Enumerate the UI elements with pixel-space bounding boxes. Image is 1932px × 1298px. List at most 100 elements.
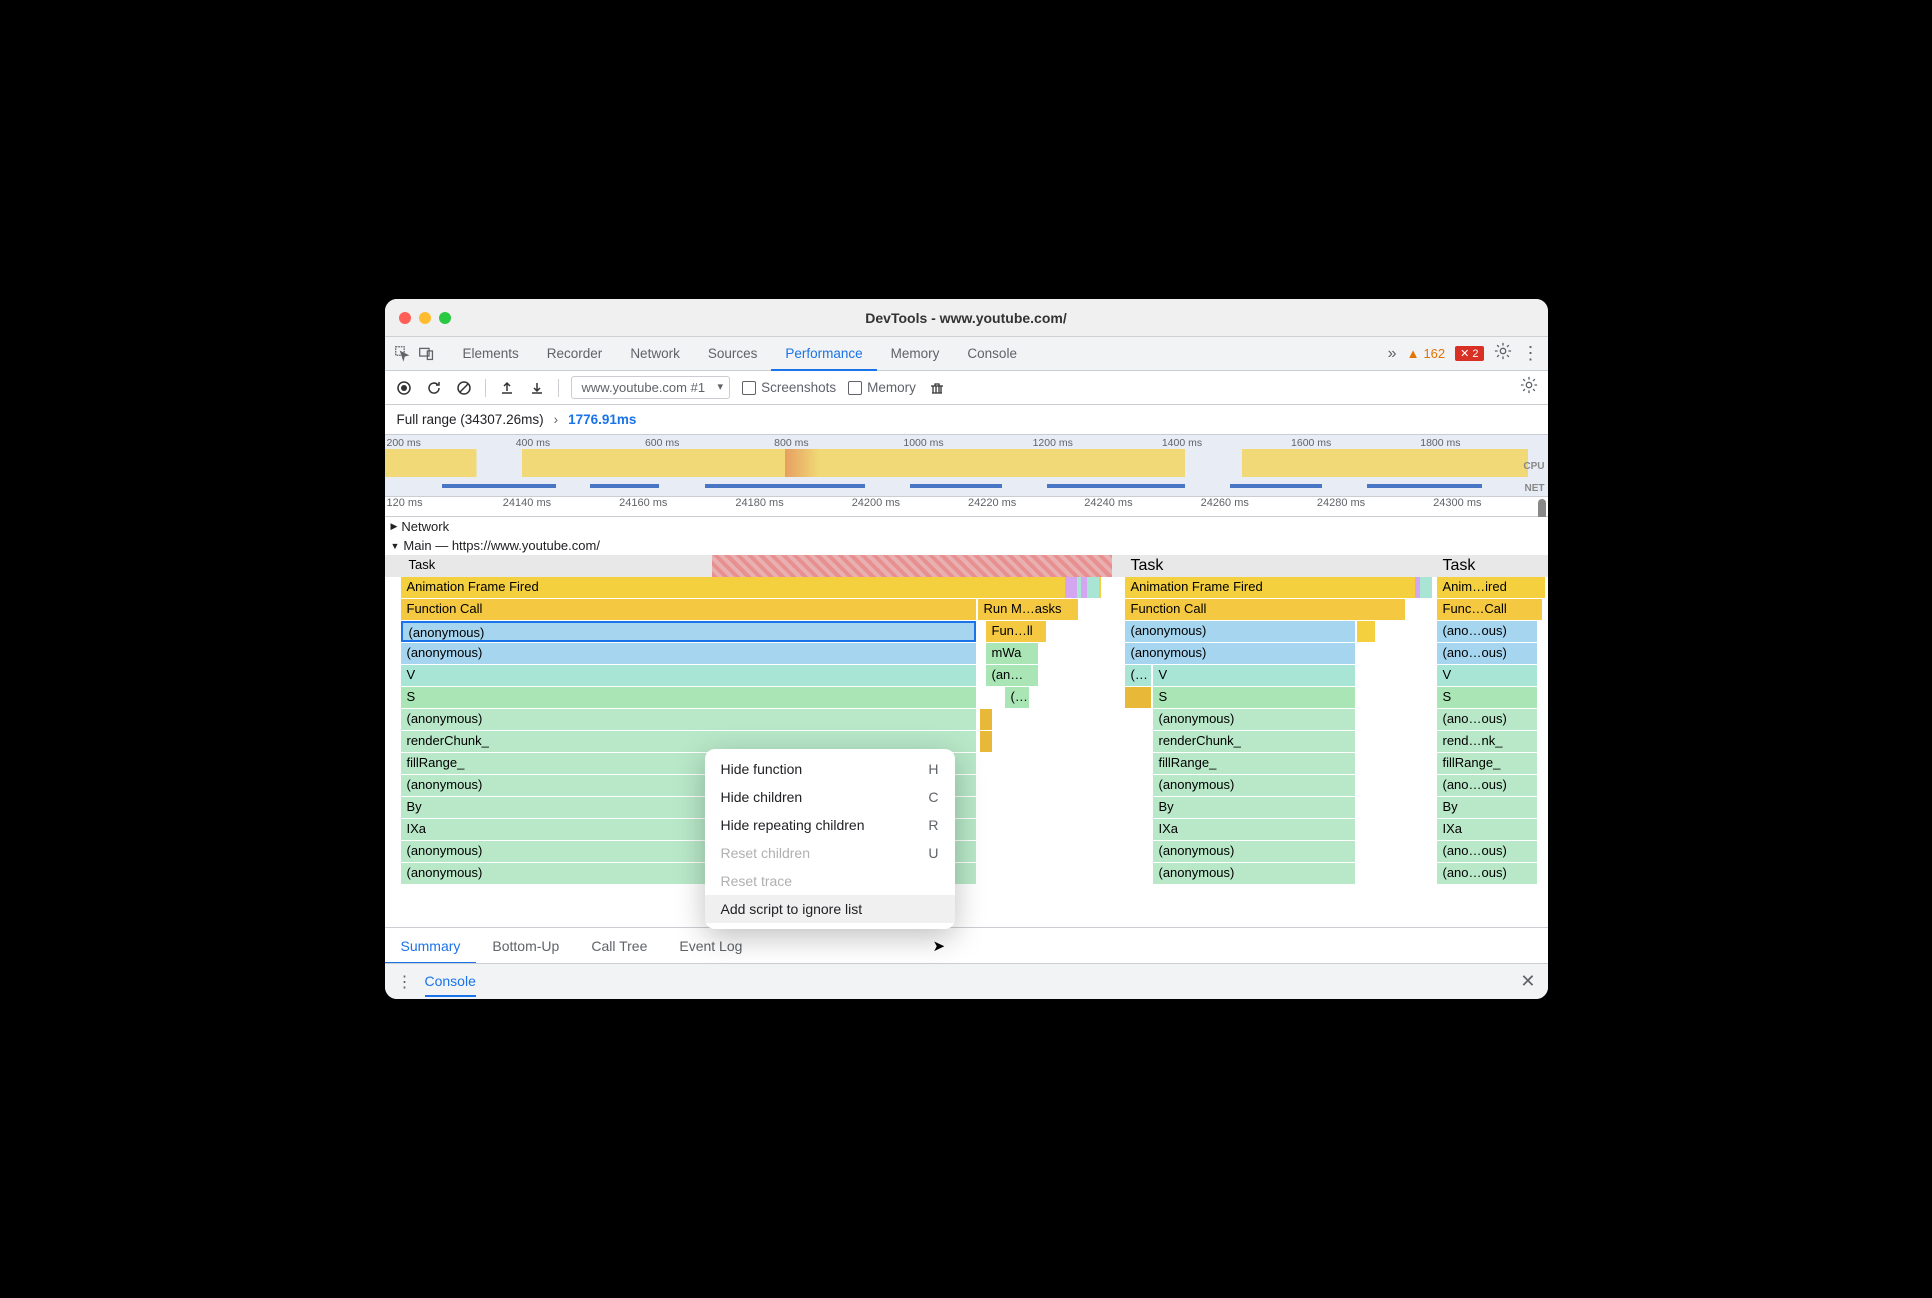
flame-segment[interactable]: (ano…ous) bbox=[1437, 643, 1537, 664]
reload-button[interactable] bbox=[425, 379, 443, 397]
flame-segment[interactable]: (ano…ous) bbox=[1437, 709, 1537, 730]
flame-segment[interactable]: fillRange_ bbox=[1437, 753, 1537, 774]
upload-button[interactable] bbox=[498, 379, 516, 397]
close-window-button[interactable] bbox=[399, 312, 411, 324]
drawer-menu-icon[interactable]: ⋮ bbox=[397, 972, 413, 992]
tab-performance[interactable]: Performance bbox=[771, 337, 876, 371]
flame-segment[interactable]: Function Call bbox=[1125, 599, 1405, 620]
flame-segment[interactable] bbox=[1065, 577, 1077, 598]
flame-segment[interactable]: (anonymous) bbox=[1125, 643, 1355, 664]
memory-checkbox[interactable]: Memory bbox=[848, 380, 916, 395]
flame-segment[interactable] bbox=[1357, 621, 1375, 642]
maximize-window-button[interactable] bbox=[439, 312, 451, 324]
ctx-hide-function[interactable]: Hide functionH bbox=[705, 755, 955, 783]
flame-segment[interactable]: (anonymous) bbox=[1125, 621, 1355, 642]
tab-elements[interactable]: Elements bbox=[449, 337, 533, 371]
flame-row[interactable]: S(…SS bbox=[385, 687, 1548, 709]
flame-segment[interactable]: renderChunk_ bbox=[1153, 731, 1355, 752]
btab-call-tree[interactable]: Call Tree bbox=[575, 928, 663, 964]
garbage-collect-icon[interactable] bbox=[928, 379, 946, 397]
flame-segment[interactable]: IXa bbox=[1437, 819, 1537, 840]
flame-row[interactable]: (anonymous)(anonymous)(ano…ous) bbox=[385, 863, 1548, 885]
clear-button[interactable] bbox=[455, 379, 473, 397]
download-button[interactable] bbox=[528, 379, 546, 397]
flame-row[interactable]: (anonymous)(anonymous)(ano…ous) bbox=[385, 841, 1548, 863]
flame-segment[interactable] bbox=[980, 709, 992, 730]
console-tab[interactable]: Console bbox=[425, 973, 476, 997]
flame-segment[interactable]: (anonymous) bbox=[401, 709, 976, 730]
flame-segment[interactable] bbox=[1087, 577, 1099, 598]
flame-segment[interactable]: Fun…ll bbox=[986, 621, 1046, 642]
flame-segment[interactable]: S bbox=[1437, 687, 1537, 708]
flame-segment[interactable]: Animation Frame Fired bbox=[401, 577, 1101, 598]
main-track-header[interactable]: ▼Main — https://www.youtube.com/ bbox=[385, 536, 1548, 555]
flame-row[interactable]: (anonymous)(anonymous)(ano…ous) bbox=[385, 709, 1548, 731]
flame-segment[interactable]: Run M…asks bbox=[978, 599, 1078, 620]
flame-row[interactable]: ByByBy bbox=[385, 797, 1548, 819]
flame-segment[interactable]: fillRange_ bbox=[1153, 753, 1355, 774]
flame-segment[interactable]: (anonymous) bbox=[1153, 863, 1355, 884]
flame-segment[interactable]: V bbox=[401, 665, 976, 686]
flame-segment[interactable] bbox=[1420, 577, 1432, 598]
record-button[interactable] bbox=[395, 379, 413, 397]
flame-segment[interactable]: IXa bbox=[1153, 819, 1355, 840]
flame-segment[interactable]: (… bbox=[1125, 665, 1151, 686]
flame-row[interactable]: renderChunk_renderChunk_rend…nk_ bbox=[385, 731, 1548, 753]
flame-segment[interactable]: (ano…ous) bbox=[1437, 863, 1537, 884]
flame-row[interactable]: (anonymous) mWa (anonymous) (ano…ous) bbox=[385, 643, 1548, 665]
capture-settings-icon[interactable] bbox=[1520, 376, 1538, 399]
tab-network[interactable]: Network bbox=[616, 337, 694, 371]
close-drawer-icon[interactable]: ✕ bbox=[1520, 971, 1535, 992]
flame-segment[interactable]: Func…Call bbox=[1437, 599, 1542, 620]
flame-segment[interactable] bbox=[980, 731, 992, 752]
full-range-label[interactable]: Full range (34307.26ms) bbox=[397, 412, 544, 427]
flame-segment[interactable]: (ano…ous) bbox=[1437, 841, 1537, 862]
flame-segment[interactable]: mWa bbox=[986, 643, 1038, 664]
btab-summary[interactable]: Summary bbox=[385, 928, 477, 964]
flame-segment[interactable]: Function Call bbox=[401, 599, 976, 620]
flame-segment[interactable]: (anonymous) bbox=[1153, 775, 1355, 796]
more-tabs-icon[interactable]: » bbox=[1382, 345, 1403, 363]
flame-row[interactable]: (anonymous)Fun…ll(anonymous)(ano…ous) bbox=[385, 621, 1548, 643]
flame-segment[interactable] bbox=[1125, 687, 1151, 708]
screenshots-checkbox[interactable]: Screenshots bbox=[742, 380, 836, 395]
recording-select[interactable]: www.youtube.com #1 bbox=[571, 376, 731, 399]
overview-minimap[interactable]: 200 ms400 ms600 ms800 ms1000 ms1200 ms14… bbox=[385, 435, 1548, 497]
flame-segment[interactable]: rend…nk_ bbox=[1437, 731, 1537, 752]
flame-row[interactable]: IXaIXaIXa bbox=[385, 819, 1548, 841]
tab-recorder[interactable]: Recorder bbox=[533, 337, 617, 371]
flame-row[interactable]: (anonymous)(anonymous)(ano…ous) bbox=[385, 775, 1548, 797]
flame-segment[interactable]: By bbox=[1437, 797, 1537, 818]
flame-row[interactable]: Function CallRun M…asksFunction CallFunc… bbox=[385, 599, 1548, 621]
flame-segment[interactable]: Animation Frame Fired bbox=[1125, 577, 1415, 598]
warnings-badge[interactable]: ▲ 162 bbox=[1407, 346, 1446, 361]
minimize-window-button[interactable] bbox=[419, 312, 431, 324]
flame-row[interactable]: Animation Frame Fired Animation Frame Fir… bbox=[385, 577, 1548, 599]
flame-segment[interactable]: V bbox=[1437, 665, 1537, 686]
ctx-hide-children[interactable]: Hide childrenC bbox=[705, 783, 955, 811]
ctx-add-script-to-ignore-list[interactable]: Add script to ignore list bbox=[705, 895, 955, 923]
flame-chart[interactable]: ▶Network ▼Main — https://www.youtube.com… bbox=[385, 517, 1548, 885]
flame-segment[interactable]: (ano…ous) bbox=[1437, 775, 1537, 796]
flame-row[interactable]: V(an…s)V(…V bbox=[385, 665, 1548, 687]
errors-badge[interactable]: ✕ 2 bbox=[1455, 346, 1483, 361]
flame-segment[interactable]: (anonymous) bbox=[401, 643, 976, 664]
flame-segment[interactable]: (ano…ous) bbox=[1437, 621, 1537, 642]
kebab-menu-icon[interactable]: ⋮ bbox=[1522, 343, 1540, 364]
flame-segment[interactable]: S bbox=[1153, 687, 1355, 708]
tab-memory[interactable]: Memory bbox=[877, 337, 954, 371]
inspect-icon[interactable] bbox=[393, 344, 413, 364]
flame-segment[interactable]: (an…s) bbox=[986, 665, 1038, 686]
task-row[interactable]: Task Task Task bbox=[385, 555, 1548, 577]
flame-segment[interactable]: By bbox=[1153, 797, 1355, 818]
tab-console[interactable]: Console bbox=[953, 337, 1031, 371]
task-segment[interactable]: Task bbox=[1437, 555, 1545, 577]
ctx-hide-repeating-children[interactable]: Hide repeating childrenR bbox=[705, 811, 955, 839]
flame-segment[interactable]: Anim…ired bbox=[1437, 577, 1545, 598]
btab-event-log[interactable]: Event Log bbox=[663, 928, 758, 964]
current-range[interactable]: 1776.91ms bbox=[568, 412, 636, 427]
flame-segment[interactable]: (… bbox=[1005, 687, 1029, 708]
tab-sources[interactable]: Sources bbox=[694, 337, 772, 371]
flame-segment[interactable]: (anonymous) bbox=[1153, 841, 1355, 862]
flame-row[interactable]: fillRange_fillRange_fillRange_ bbox=[385, 753, 1548, 775]
